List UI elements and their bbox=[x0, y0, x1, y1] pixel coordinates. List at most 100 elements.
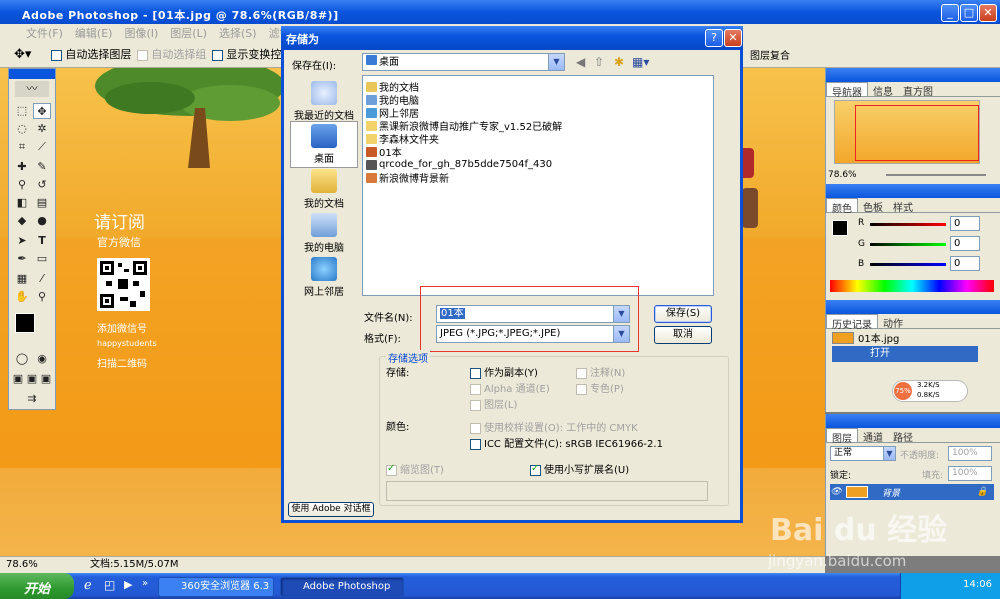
hand-tool-icon[interactable]: ✋ bbox=[13, 289, 31, 305]
folder-quicklaunch-icon[interactable]: ◰ bbox=[104, 578, 115, 592]
auto-select-group-checkbox[interactable] bbox=[137, 49, 149, 61]
dodge-tool-icon[interactable]: ● bbox=[33, 213, 51, 229]
foreground-color-swatch[interactable] bbox=[15, 313, 35, 333]
ps-minimize-button[interactable]: _ bbox=[941, 4, 959, 22]
channel-r-slider[interactable] bbox=[870, 223, 946, 226]
as-copy-checkbox[interactable] bbox=[470, 367, 481, 379]
channel-b-slider[interactable] bbox=[870, 263, 946, 266]
quickmask-mode-icon[interactable]: ◉ bbox=[33, 351, 51, 367]
channel-b-input[interactable]: 0 bbox=[950, 256, 980, 271]
layer-row-background[interactable]: 👁 背景 🔒 bbox=[830, 484, 994, 500]
file-item[interactable]: 新浪微博背景新 bbox=[366, 171, 710, 185]
tab-info[interactable]: 信息 bbox=[868, 82, 898, 98]
use-proof-option[interactable]: 使用校样设置(O): 工作中的 CMYK bbox=[470, 419, 638, 434]
pen-tool-icon[interactable]: ✒ bbox=[13, 251, 31, 267]
network-monitor-widget[interactable]: 75% 3.2K/S 0.8K/S bbox=[892, 380, 968, 402]
navigator-thumbnail[interactable] bbox=[834, 100, 980, 164]
media-quicklaunch-icon[interactable]: ▶ bbox=[124, 578, 132, 591]
opacity-input[interactable]: 100% bbox=[948, 446, 992, 461]
eye-icon[interactable]: 👁 bbox=[830, 487, 842, 497]
crop-tool-icon[interactable]: ⌗ bbox=[13, 139, 31, 155]
tab-layers[interactable]: 图层 bbox=[826, 428, 858, 445]
annotations-checkbox[interactable] bbox=[576, 367, 587, 379]
healing-tool-icon[interactable]: ✚ bbox=[13, 159, 31, 175]
channel-g-input[interactable]: 0 bbox=[950, 236, 980, 251]
tab-styles[interactable]: 样式 bbox=[888, 198, 918, 214]
tray-clock[interactable]: 14:06 bbox=[963, 579, 992, 590]
color-spectrum-bar[interactable] bbox=[830, 280, 994, 292]
blend-mode-dropdown-icon[interactable]: ▼ bbox=[883, 447, 895, 460]
slice-tool-icon[interactable]: ⟋ bbox=[33, 139, 51, 155]
auto-select-group-option[interactable]: 自动选择组 bbox=[137, 46, 206, 62]
tab-swatches[interactable]: 色板 bbox=[858, 198, 888, 214]
channel-g-slider[interactable] bbox=[870, 243, 946, 246]
gradient-tool-icon[interactable]: ▤ bbox=[33, 195, 51, 211]
stamp-tool-icon[interactable]: ⚲ bbox=[13, 177, 31, 193]
screen-mode-1-icon[interactable]: ▣ bbox=[11, 371, 25, 387]
place-desktop[interactable]: 桌面 bbox=[290, 121, 358, 168]
blur-tool-icon[interactable]: ◆ bbox=[13, 213, 31, 229]
tab-channels[interactable]: 通道 bbox=[858, 428, 888, 444]
cancel-button[interactable]: 取消 bbox=[654, 326, 712, 344]
tab-histogram[interactable]: 直方图 bbox=[898, 82, 938, 98]
move-tool-button-icon[interactable]: ✥ bbox=[33, 103, 51, 119]
quicklaunch-more-icon[interactable]: » bbox=[142, 578, 148, 589]
color-fg-swatch[interactable] bbox=[832, 220, 848, 236]
spot-checkbox[interactable] bbox=[576, 383, 587, 395]
marquee-tool-icon[interactable]: ⬚ bbox=[13, 103, 31, 119]
menu-select[interactable]: 选择(S) bbox=[213, 25, 263, 41]
use-adobe-dialog-button[interactable]: 使用 Adobe 对话框 bbox=[288, 502, 374, 517]
dialog-help-button[interactable]: ? bbox=[705, 29, 723, 47]
path-select-tool-icon[interactable]: ➤ bbox=[13, 233, 31, 249]
filename-dropdown-icon[interactable]: ▼ bbox=[613, 306, 629, 322]
file-list[interactable]: 我的文档 我的电脑 网上邻居 黑课新浪微博自动推广专家_v1.52已破解 李森林… bbox=[362, 75, 714, 296]
layer-comps-tab[interactable]: 图层复合 bbox=[750, 47, 790, 62]
place-my-computer[interactable]: 我的电脑 bbox=[290, 213, 358, 254]
auto-select-layer-option[interactable]: 自动选择图层 bbox=[51, 46, 131, 62]
file-item[interactable]: 01本 bbox=[366, 145, 710, 159]
use-proof-checkbox[interactable] bbox=[470, 422, 481, 434]
layers-option[interactable]: 图层(L) bbox=[470, 396, 517, 411]
view-menu-icon[interactable]: ▦▾ bbox=[632, 55, 649, 69]
place-my-documents[interactable]: 我的文档 bbox=[290, 169, 358, 210]
task-photoshop[interactable]: Adobe Photoshop ... bbox=[280, 577, 404, 597]
menu-image[interactable]: 图像(I) bbox=[118, 25, 164, 41]
tab-paths[interactable]: 路径 bbox=[888, 428, 918, 444]
place-network[interactable]: 网上邻居 bbox=[290, 257, 358, 298]
history-brush-icon[interactable]: ↺ bbox=[33, 177, 51, 193]
filename-input[interactable]: 01本 ▼ bbox=[436, 305, 630, 323]
place-recent[interactable]: 我最近的文档 bbox=[290, 81, 358, 122]
menu-edit[interactable]: 编辑(E) bbox=[69, 25, 119, 41]
thumbnail-checkbox[interactable] bbox=[386, 463, 397, 476]
new-folder-icon[interactable]: ✱ bbox=[614, 55, 624, 69]
navigator-zoom-slider[interactable] bbox=[886, 174, 986, 176]
ie-quicklaunch-icon[interactable]: ℯ bbox=[84, 578, 92, 593]
menu-layer[interactable]: 图层(L) bbox=[164, 25, 213, 41]
jump-to-imageready-icon[interactable]: ⇉ bbox=[23, 391, 41, 407]
notes-tool-icon[interactable]: ▦ bbox=[13, 271, 31, 287]
tab-history[interactable]: 历史记录 bbox=[826, 314, 878, 331]
history-open-row[interactable]: 打开 bbox=[832, 346, 978, 362]
eraser-tool-icon[interactable]: ◧ bbox=[13, 195, 31, 211]
file-item[interactable]: 李森林文件夹 bbox=[366, 132, 710, 146]
annotations-option[interactable]: 注释(N) bbox=[576, 364, 625, 379]
navigator-view-box[interactable] bbox=[855, 105, 979, 161]
brush-tool-icon[interactable]: ✎ bbox=[33, 159, 51, 175]
alpha-checkbox[interactable] bbox=[470, 383, 481, 395]
lowercase-checkbox[interactable] bbox=[530, 463, 541, 476]
standard-mode-icon[interactable]: ◯ bbox=[13, 351, 31, 367]
task-360-browser[interactable]: 360安全浏览器 6.3 bbox=[158, 577, 274, 597]
screen-mode-2-icon[interactable]: ▣ bbox=[25, 371, 39, 387]
layers-checkbox[interactable] bbox=[470, 399, 481, 411]
eyedropper-tool-icon[interactable]: ⁄ bbox=[33, 271, 51, 287]
channel-r-input[interactable]: 0 bbox=[950, 216, 980, 231]
tab-actions[interactable]: 动作 bbox=[878, 314, 908, 330]
icc-checkbox[interactable] bbox=[470, 438, 481, 450]
auto-select-layer-checkbox[interactable] bbox=[51, 49, 63, 61]
tab-color[interactable]: 颜色 bbox=[826, 198, 858, 215]
icc-option[interactable]: ICC 配置文件(C): sRGB IEC61966-2.1 bbox=[470, 435, 663, 450]
zoom-tool-icon[interactable]: ⚲ bbox=[33, 289, 51, 305]
move-tool-icon[interactable]: ✥▾ bbox=[14, 47, 31, 62]
type-tool-icon[interactable]: T bbox=[33, 233, 51, 249]
up-folder-icon[interactable]: ⇧ bbox=[594, 55, 604, 69]
